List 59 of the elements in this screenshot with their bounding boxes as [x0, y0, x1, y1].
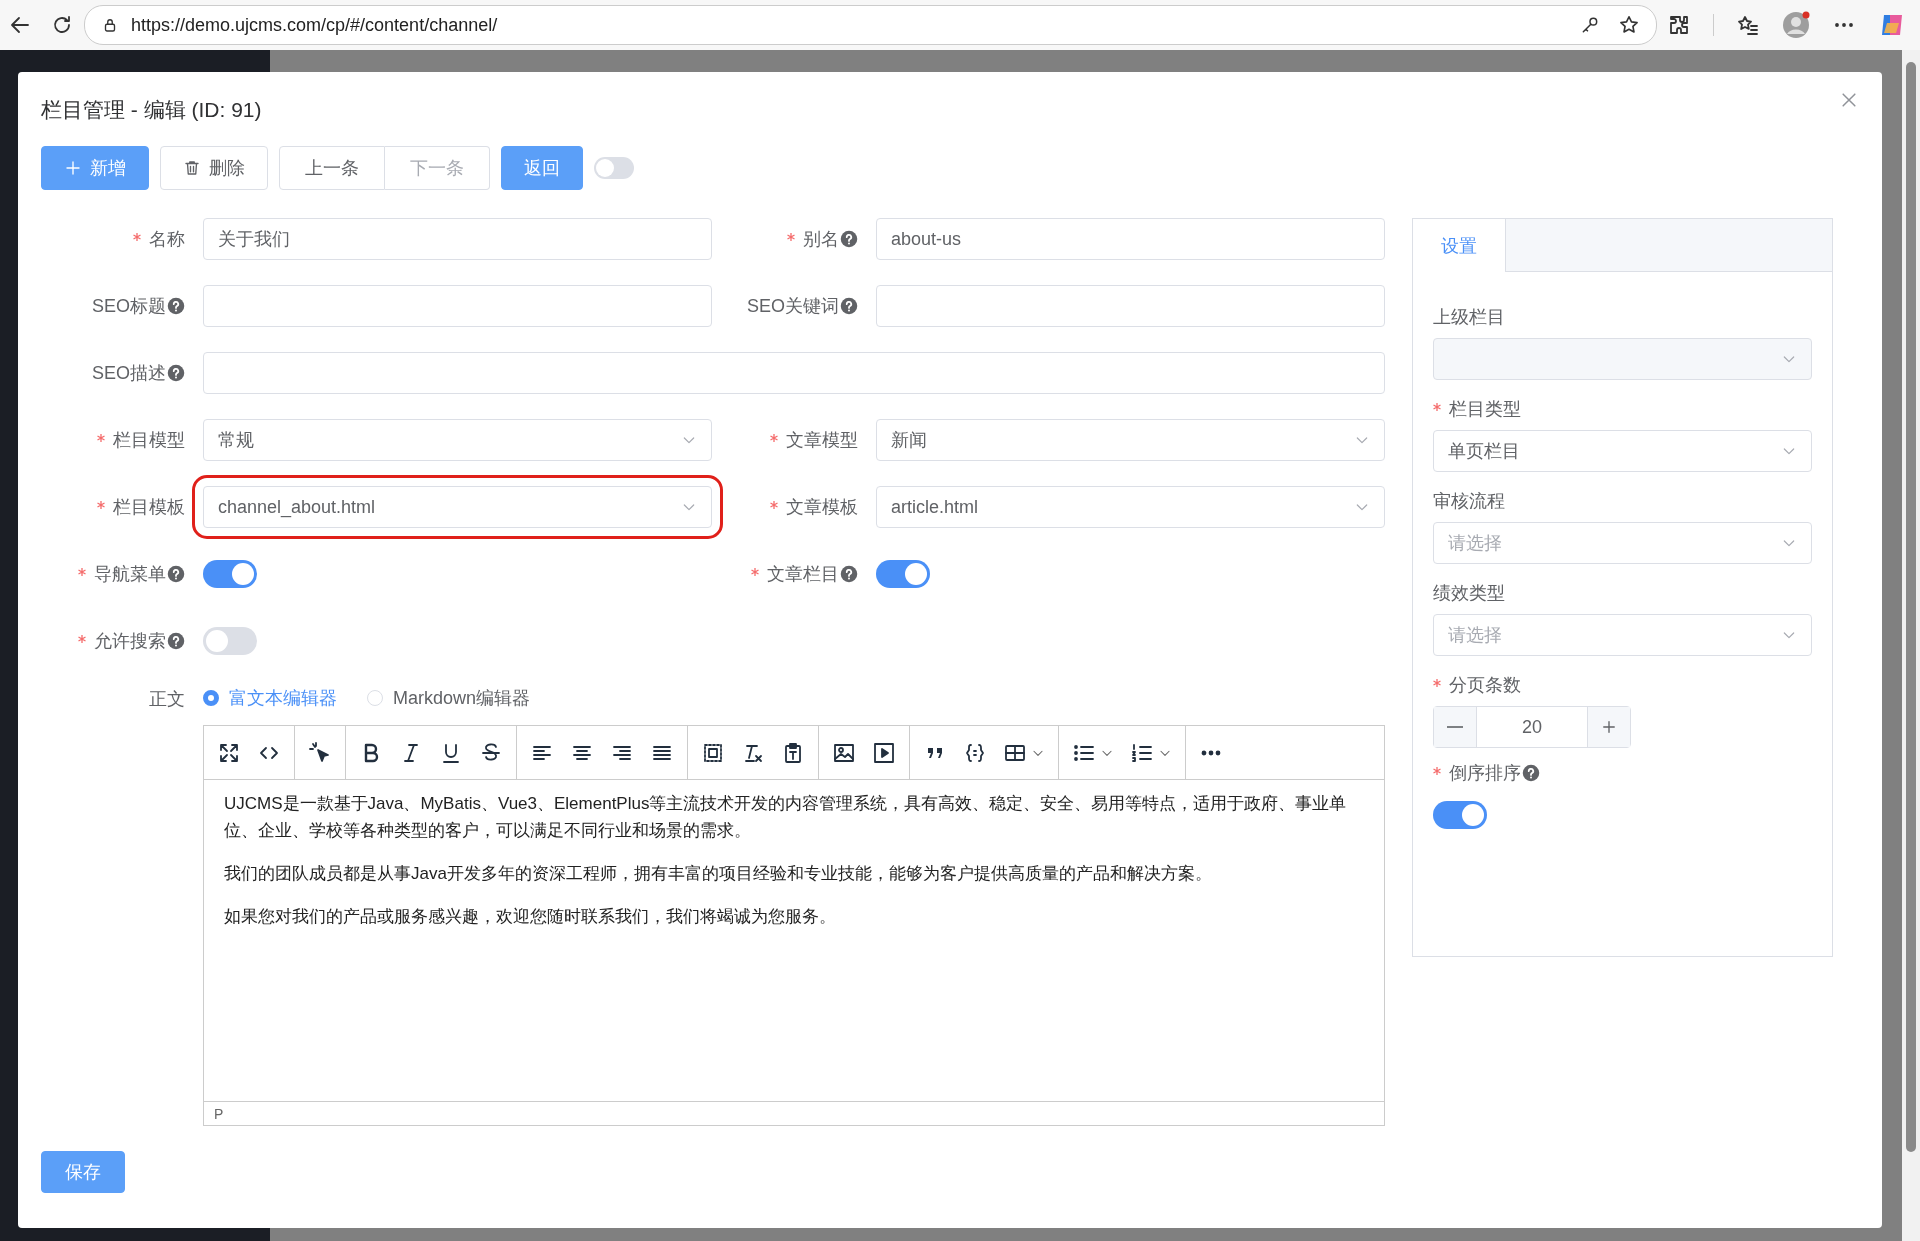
url-text: https://demo.ujcms.com/cp/#/content/channel/ [131, 14, 499, 36]
favorites-icon[interactable] [1736, 13, 1760, 37]
toggle-switch[interactable] [594, 157, 634, 179]
plus-button[interactable] [1587, 707, 1630, 747]
field-label: 正文 [149, 688, 185, 711]
radio-option[interactable]: Markdown编辑器 [367, 686, 531, 710]
field-label: 名称 [149, 228, 185, 251]
field-label: SEO标题 [92, 295, 166, 318]
profile-avatar-icon[interactable] [1782, 11, 1810, 39]
extensions-icon[interactable] [1667, 13, 1691, 37]
paragraph: 我们的团队成员都是从事Java开发多年的资深工程师，拥有丰富的项目经验和专业技能，能够为客户提供高质量的产品和解决方案。 [224, 863, 1213, 885]
nav-button[interactable]: 上一条 [279, 146, 385, 190]
paragraph: UJCMS是一款基于Java、MyBatis、Vue3、ElementPlus等主流技术开发的内容管理系统，具有高效、稳定、安全、易用等特点，适用于政府、事业单位、企业、学校等各种类型的客户，可以满足不同行业和场景的需求。 [224, 793, 1348, 842]
toggle-switch[interactable] [203, 627, 257, 655]
field-label: SEO关键词 [747, 295, 839, 318]
toggle-switch[interactable] [1433, 801, 1487, 829]
field-label: 分页条数 [1449, 674, 1521, 697]
number-stepper[interactable]: 20 [1433, 706, 1631, 748]
cursor-icon[interactable] [308, 740, 332, 765]
field-label: 允许搜索 [94, 630, 166, 653]
video-icon[interactable] [872, 740, 896, 765]
field-label: 文章模型 [786, 429, 858, 452]
select-field[interactable]: article.html [876, 486, 1385, 528]
field-label: 栏目模板 [113, 496, 185, 519]
field-label: 导航菜单 [94, 563, 166, 586]
text-field[interactable] [876, 285, 1385, 327]
select-field[interactable]: 单页栏目 [1433, 430, 1812, 472]
toggle-switch[interactable] [203, 560, 257, 588]
field-label: SEO描述 [92, 362, 166, 385]
paragraph: 如果您对我们的产品或服务感兴趣，欢迎您随时联系我们，我们将竭诚为您服务。 [224, 906, 837, 928]
radio-option[interactable]: 富文本编辑器 [203, 686, 337, 710]
minus-icon [1447, 726, 1463, 728]
field-label: 文章栏目 [767, 563, 839, 586]
text-field[interactable] [203, 285, 712, 327]
tab[interactable]: 设置 [1413, 219, 1506, 272]
trash-icon [183, 159, 201, 177]
address-bar[interactable]: https://demo.ujcms.com/cp/#/content/channel/ [84, 5, 1657, 45]
field-label: 栏目类型 [1449, 398, 1521, 421]
key-icon[interactable] [1580, 15, 1600, 35]
toolbar-button[interactable]: 删除 [160, 146, 268, 190]
plus-icon [1600, 718, 1618, 736]
field-label: 栏目模型 [113, 429, 185, 452]
select-field[interactable]: 常规 [203, 419, 712, 461]
field-label: 倒序排序 [1449, 762, 1521, 785]
element-path[interactable]: P [214, 1105, 224, 1122]
scrollbar[interactable] [1902, 50, 1920, 1241]
text-field[interactable] [203, 352, 1385, 394]
field-label: 审核流程 [1433, 490, 1505, 513]
plus-icon [64, 159, 82, 177]
text-field[interactable]: about-us [876, 218, 1385, 260]
field-label: 别名 [803, 228, 839, 251]
toggle-switch[interactable] [876, 560, 930, 588]
field-label: 上级栏目 [1433, 306, 1505, 329]
text-field[interactable]: 关于我们 [203, 218, 712, 260]
field-label: 绩效类型 [1433, 582, 1505, 605]
star-icon[interactable] [1618, 14, 1640, 36]
dialog-title: 栏目管理 - 编辑 (ID: 91) [41, 97, 262, 123]
select-field[interactable]: 新闻 [876, 419, 1385, 461]
field-label: 文章模板 [786, 496, 858, 519]
